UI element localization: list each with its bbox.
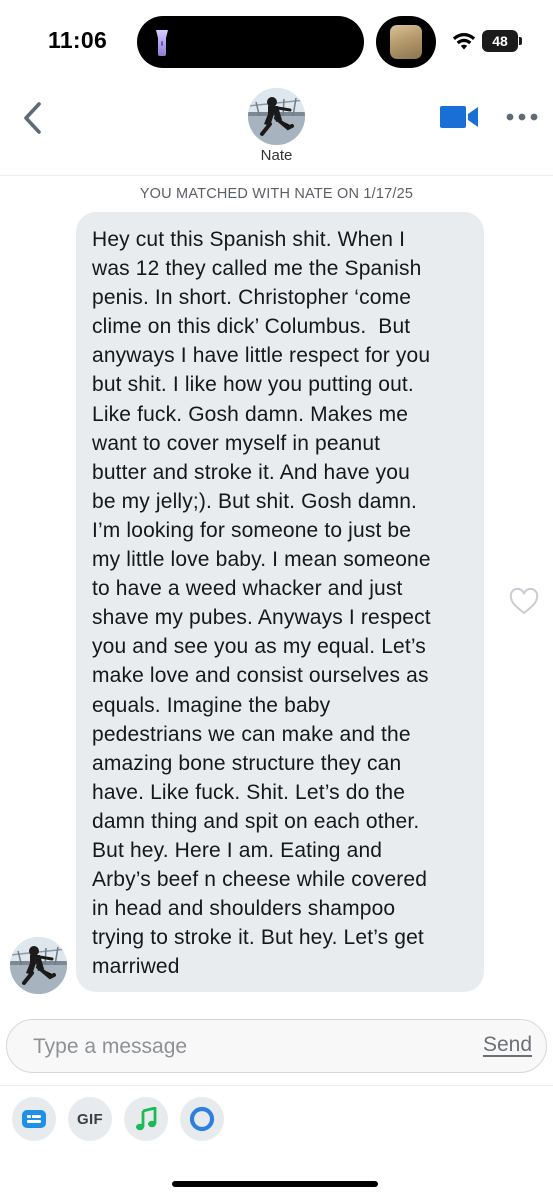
wifi-icon — [452, 33, 476, 50]
send-button[interactable]: Send — [483, 1033, 532, 1057]
video-camera-icon[interactable] — [440, 104, 480, 130]
composer-divider — [0, 1085, 553, 1086]
status-bar: 11:06 48 — [0, 0, 553, 80]
music-button[interactable] — [124, 1097, 168, 1141]
heart-outline-icon[interactable] — [509, 588, 539, 616]
message-input[interactable] — [33, 1032, 453, 1062]
ring-icon — [189, 1106, 215, 1132]
sender-avatar[interactable] — [10, 937, 67, 994]
status-time: 11:06 — [48, 27, 108, 53]
gif-label: GIF — [77, 1110, 103, 1128]
home-indicator[interactable] — [172, 1181, 378, 1187]
music-note-icon — [136, 1107, 157, 1131]
chat-header: Nate — [0, 80, 553, 176]
battery-cap — [519, 37, 522, 45]
match-date-note: YOU MATCHED WITH NATE ON 1/17/25 — [139, 186, 414, 202]
avatar-photo — [248, 88, 305, 145]
more-horizontal-icon[interactable] — [505, 110, 539, 124]
now-playing-island[interactable] — [376, 16, 436, 68]
media-thumbnail — [390, 25, 422, 59]
message-composer: Send — [6, 1019, 547, 1073]
contact-name[interactable]: Nate — [226, 147, 327, 164]
battery-icon: 48 — [482, 30, 518, 52]
message-text: Hey cut this Spanish shit. When I was 12… — [92, 228, 431, 979]
contact-avatar[interactable] — [248, 88, 305, 145]
avatar-photo — [10, 937, 67, 994]
dynamic-island — [137, 16, 364, 68]
sticker-card-icon — [22, 1110, 46, 1128]
sticker-button[interactable] — [12, 1097, 56, 1141]
flashlight-icon — [156, 30, 168, 56]
chevron-left-icon[interactable] — [18, 100, 48, 136]
gif-button[interactable]: GIF — [68, 1097, 112, 1141]
ring-button[interactable] — [180, 1097, 224, 1141]
message-bubble[interactable]: Hey cut this Spanish shit. When I was 12… — [76, 212, 484, 992]
